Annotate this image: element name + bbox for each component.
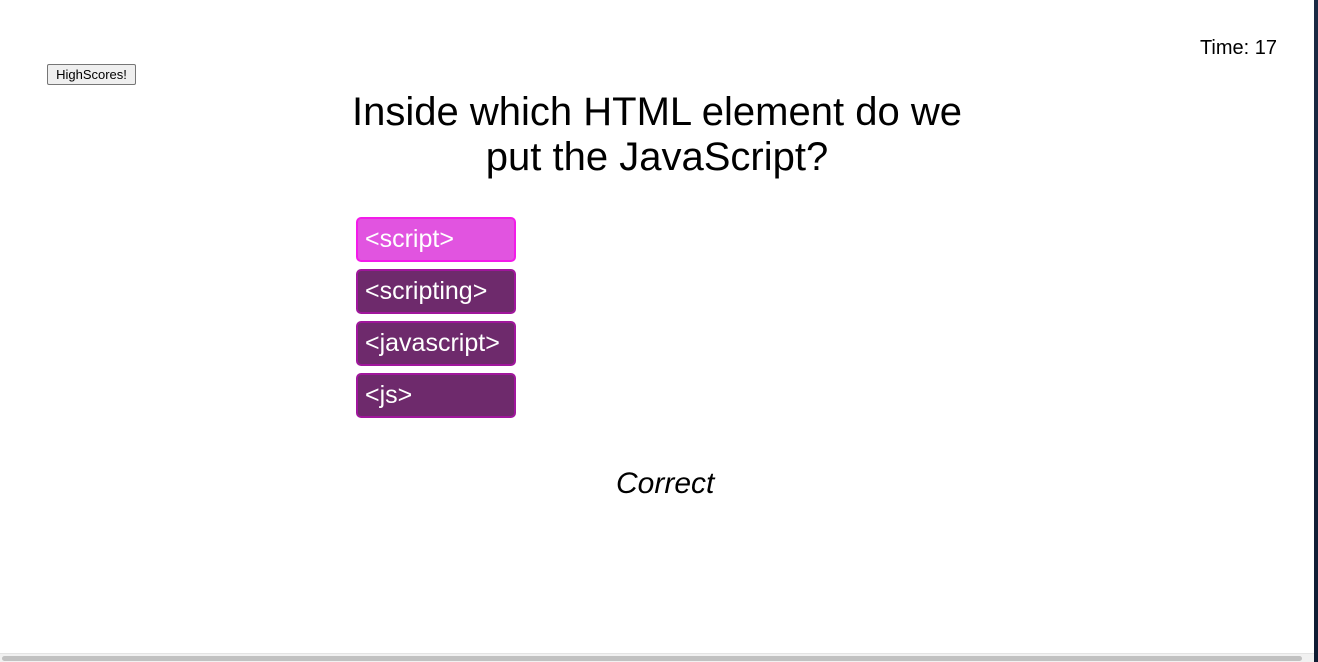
scrollbar-thumb[interactable] bbox=[2, 656, 1302, 661]
answer-feedback: Correct bbox=[616, 467, 715, 500]
highscores-button[interactable]: HighScores! bbox=[47, 64, 136, 85]
answer-list: <script> <scripting> <javascript> <js> bbox=[356, 217, 516, 425]
answer-button-scripting[interactable]: <scripting> bbox=[356, 269, 516, 314]
horizontal-scrollbar[interactable] bbox=[0, 653, 1314, 662]
answer-button-js[interactable]: <js> bbox=[356, 373, 516, 418]
answer-button-javascript[interactable]: <javascript> bbox=[356, 321, 516, 366]
window-edge bbox=[1314, 0, 1318, 662]
timer-display: Time: 17 bbox=[1199, 37, 1277, 59]
question-text: Inside which HTML element do we put the … bbox=[352, 90, 962, 179]
answer-button-script[interactable]: <script> bbox=[356, 217, 516, 262]
